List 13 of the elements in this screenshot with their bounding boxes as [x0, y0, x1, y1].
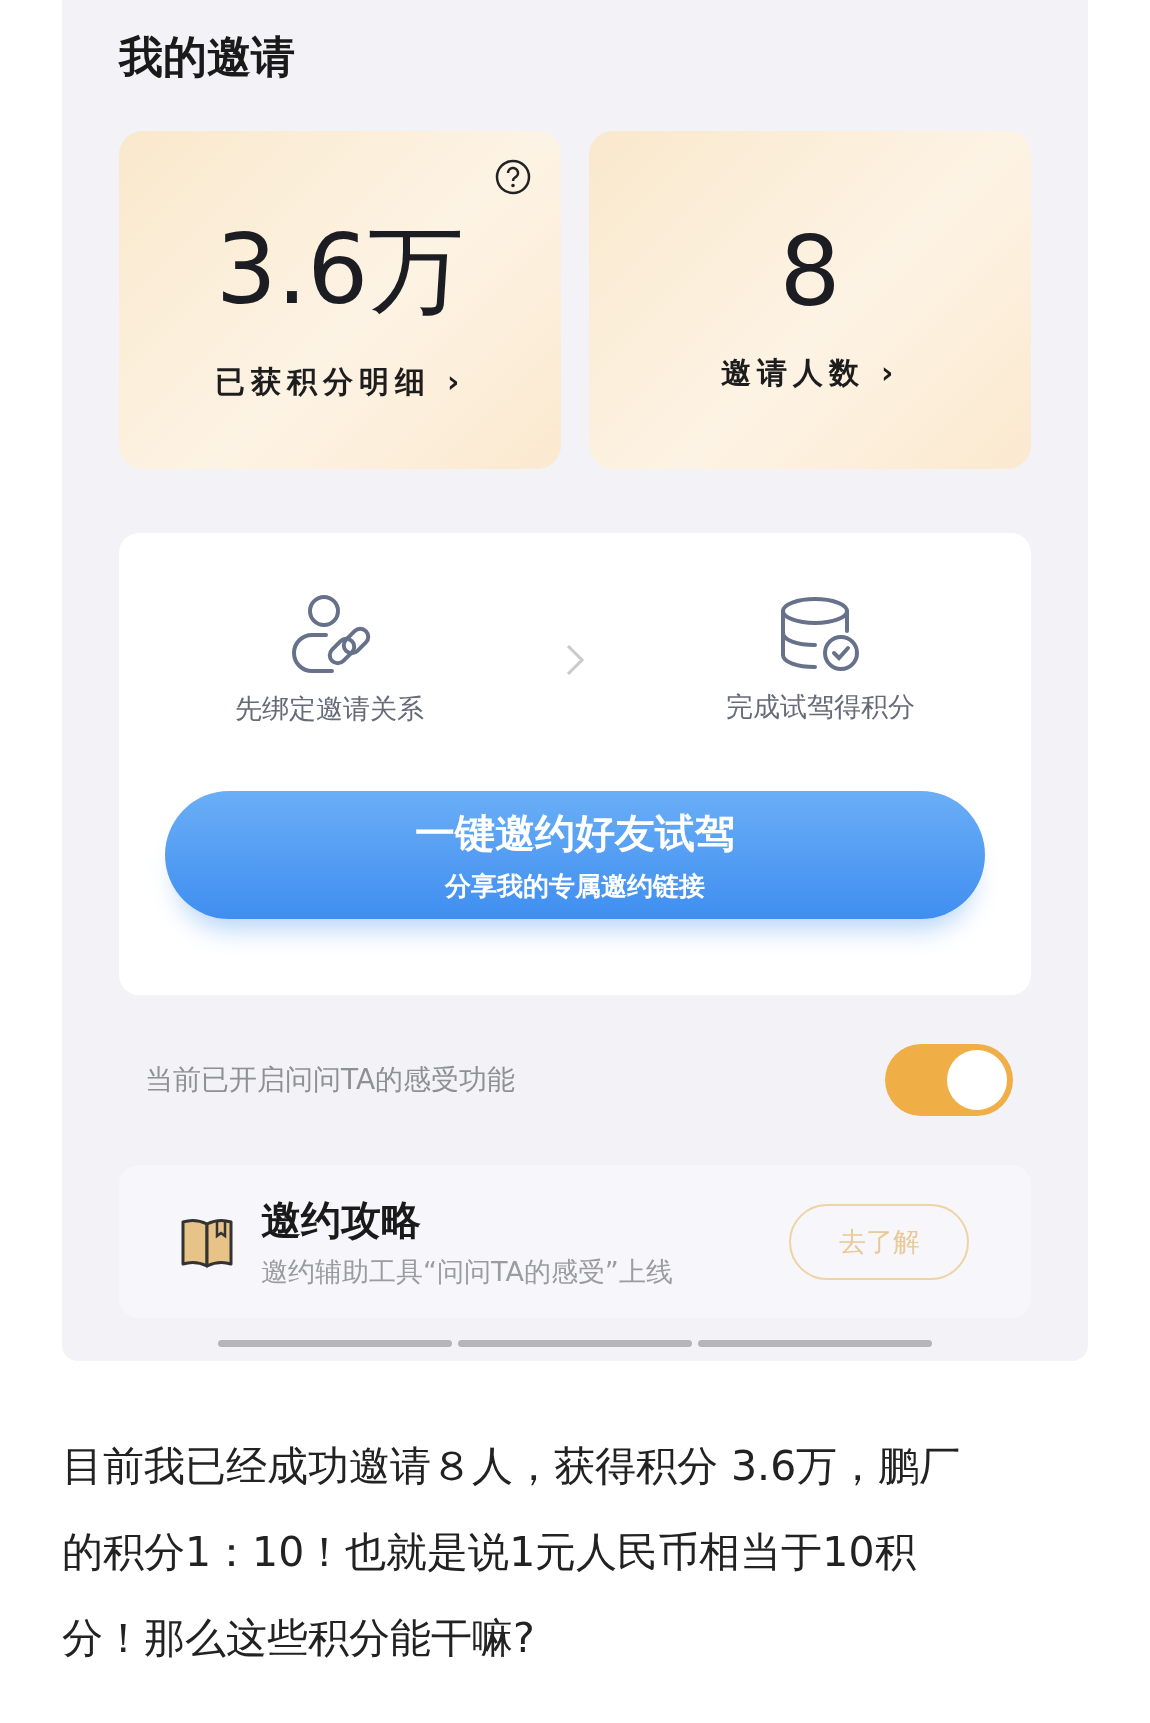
- stat-link[interactable]: 邀请人数 ›: [714, 351, 906, 395]
- guide-title: 邀约攻略: [261, 1196, 422, 1245]
- chevron-icon: [565, 643, 585, 677]
- stat-link[interactable]: 已获积分明细 ›: [208, 360, 472, 404]
- stat-value: 3.6万: [215, 212, 465, 328]
- toggle-label: 当前已开启问问TA的感受功能: [145, 1062, 516, 1098]
- step-label: 先绑定邀请关系: [235, 692, 425, 726]
- help-icon[interactable]: [495, 159, 531, 195]
- guide-subtitle: 邀约辅助工具“问问TA的感受”上线: [261, 1255, 674, 1289]
- article-paragraph: 目前我已经成功邀请８人，获得积分 3.6万，鹏厂的积分1：10！也就是说1元人民币相当于10积分！那么这些积分能干嘛?: [62, 1441, 962, 1664]
- stat-value: 8: [779, 215, 841, 328]
- panel-title: 我的邀请: [119, 30, 296, 84]
- step-label: 完成试驾得积分: [725, 690, 915, 724]
